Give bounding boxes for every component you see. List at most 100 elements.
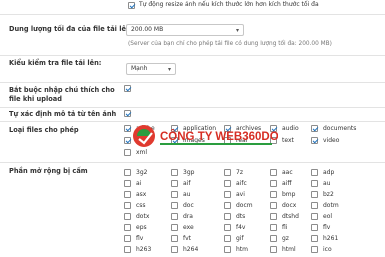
forbidden-ext-checkbox[interactable] [171,202,178,209]
forbidden-ext-checkbox[interactable] [224,246,231,253]
forbidden-ext-checkbox[interactable] [311,224,318,231]
forbidden-ext-checkbox[interactable] [311,213,318,220]
forbidden-ext-option[interactable]: dtshd [270,213,299,220]
forbidden-ext-checkbox[interactable] [171,224,178,231]
forbidden-ext-option[interactable]: ico [311,246,332,253]
file-type-option[interactable]: video [311,137,339,144]
forbidden-ext-checkbox[interactable] [124,202,131,209]
forbidden-ext-option[interactable]: gz [270,235,289,242]
forbidden-ext-option[interactable]: asx [124,191,146,198]
forbidden-ext-checkbox[interactable] [124,235,131,242]
file-type-checkbox[interactable] [311,137,318,144]
forbidden-ext-checkbox[interactable] [224,202,231,209]
file-type-checkbox[interactable] [311,125,318,132]
forbidden-ext-option[interactable]: flv [124,235,143,242]
forbidden-ext-checkbox[interactable] [124,169,131,176]
forbidden-ext-option[interactable]: docm [224,202,253,209]
forbidden-ext-checkbox[interactable] [124,224,131,231]
forbidden-ext-option[interactable]: doc [171,202,194,209]
forbidden-ext-option[interactable]: aifc [224,180,247,187]
forbidden-ext-option[interactable]: eol [311,213,332,220]
forbidden-ext-row: Phần mở rộng bị cấm 3g2 3gp 7z aac adp ai aif a… [0,163,385,257]
forbidden-ext-checkbox[interactable] [171,191,178,198]
forbidden-ext-checkbox[interactable] [311,180,318,187]
forbidden-ext-option[interactable]: fli [270,224,287,231]
forbidden-ext-label: 7z [236,169,243,176]
forbidden-ext-option[interactable]: htm [224,246,248,253]
forbidden-ext-checkbox[interactable] [224,180,231,187]
forbidden-ext-option[interactable]: aac [270,169,293,176]
forbidden-ext-option[interactable]: 3gp [171,169,194,176]
max-size-select[interactable]: 200.00 MB ▾ [126,24,244,36]
forbidden-ext-checkbox[interactable] [224,169,231,176]
forbidden-ext-option[interactable]: ai [124,180,141,187]
forbidden-ext-option[interactable]: h264 [171,246,198,253]
resize-row: Tự động resize ảnh nếu kích thước lớn hơ… [0,0,385,15]
forbidden-ext-checkbox[interactable] [171,180,178,187]
forbidden-ext-option[interactable]: aiff [270,180,291,187]
forbidden-ext-checkbox[interactable] [311,202,318,209]
forbidden-ext-label: aiff [282,180,292,187]
forbidden-ext-checkbox[interactable] [224,191,231,198]
forbidden-ext-checkbox[interactable] [171,213,178,220]
forbidden-ext-checkbox[interactable] [311,191,318,198]
forbidden-ext-checkbox[interactable] [124,213,131,220]
forbidden-ext-option[interactable]: h263 [124,246,151,253]
forbidden-ext-label: h263 [136,246,152,253]
forbidden-ext-option[interactable]: gif [224,235,244,242]
forbidden-ext-checkbox[interactable] [270,224,277,231]
auto-resize-checkbox[interactable] [128,2,135,9]
file-type-option[interactable]: documents [311,125,356,132]
forbidden-ext-checkbox[interactable] [224,224,231,231]
forbidden-ext-option[interactable]: dotx [124,213,149,220]
forbidden-ext-checkbox[interactable] [124,246,131,253]
forbidden-ext-checkbox[interactable] [270,213,277,220]
forbidden-ext-label: aifc [236,180,247,187]
forbidden-ext-option[interactable]: dts [224,213,245,220]
forbidden-ext-option[interactable]: dra [171,213,193,220]
forbidden-ext-checkbox[interactable] [224,213,231,220]
forbidden-ext-option[interactable]: aif [171,180,190,187]
forbidden-ext-checkbox[interactable] [311,235,318,242]
forbidden-ext-checkbox[interactable] [270,202,277,209]
forbidden-ext-option[interactable]: html [270,246,296,253]
forbidden-ext-option[interactable]: eps [124,224,147,231]
forbidden-ext-option[interactable]: exe [171,224,194,231]
forbidden-ext-option[interactable]: flv [311,224,330,231]
forbidden-ext-option[interactable]: au [171,191,190,198]
forbidden-ext-checkbox[interactable] [171,169,178,176]
forbidden-ext-checkbox[interactable] [311,246,318,253]
auto-alt-checkbox[interactable] [124,110,131,117]
forbidden-ext-option[interactable]: fvt [171,235,191,242]
forbidden-ext-label: aac [282,169,293,176]
forbidden-ext-label: exe [183,224,194,231]
forbidden-ext-label: flv [136,235,144,242]
forbidden-ext-checkbox[interactable] [311,169,318,176]
require-note-checkbox[interactable] [124,85,131,92]
forbidden-ext-option[interactable]: bmp [270,191,295,198]
forbidden-ext-option[interactable]: dotm [311,202,339,209]
forbidden-ext-option[interactable]: f4v [224,224,245,231]
forbidden-ext-option[interactable]: au [311,180,330,187]
forbidden-ext-checkbox[interactable] [171,246,178,253]
forbidden-ext-option[interactable]: docx [270,202,296,209]
forbidden-ext-checkbox[interactable] [270,235,277,242]
forbidden-ext-option[interactable]: h261 [311,235,338,242]
forbidden-ext-checkbox[interactable] [270,169,277,176]
forbidden-ext-option[interactable]: 3g2 [124,169,147,176]
forbidden-ext-option[interactable]: bz2 [311,191,334,198]
forbidden-ext-checkbox[interactable] [270,191,277,198]
forbidden-ext-option[interactable]: adp [311,169,334,176]
forbidden-ext-checkbox[interactable] [270,246,277,253]
forbidden-ext-label: bz2 [323,191,334,198]
forbidden-ext-option[interactable]: 7z [224,169,243,176]
forbidden-ext-checkbox[interactable] [124,180,131,187]
forbidden-ext-option[interactable]: css [124,202,146,209]
forbidden-ext-checkbox[interactable] [270,180,277,187]
forbidden-ext-checkbox[interactable] [124,191,131,198]
check-type-select[interactable]: Mạnh ▾ [126,63,176,75]
forbidden-ext-option[interactable]: avi [224,191,245,198]
forbidden-ext-checkbox[interactable] [224,235,231,242]
forbidden-ext-checkbox[interactable] [171,235,178,242]
require-note-label: Bắt buộc nhập chú thích cho file khi upl… [9,86,115,103]
